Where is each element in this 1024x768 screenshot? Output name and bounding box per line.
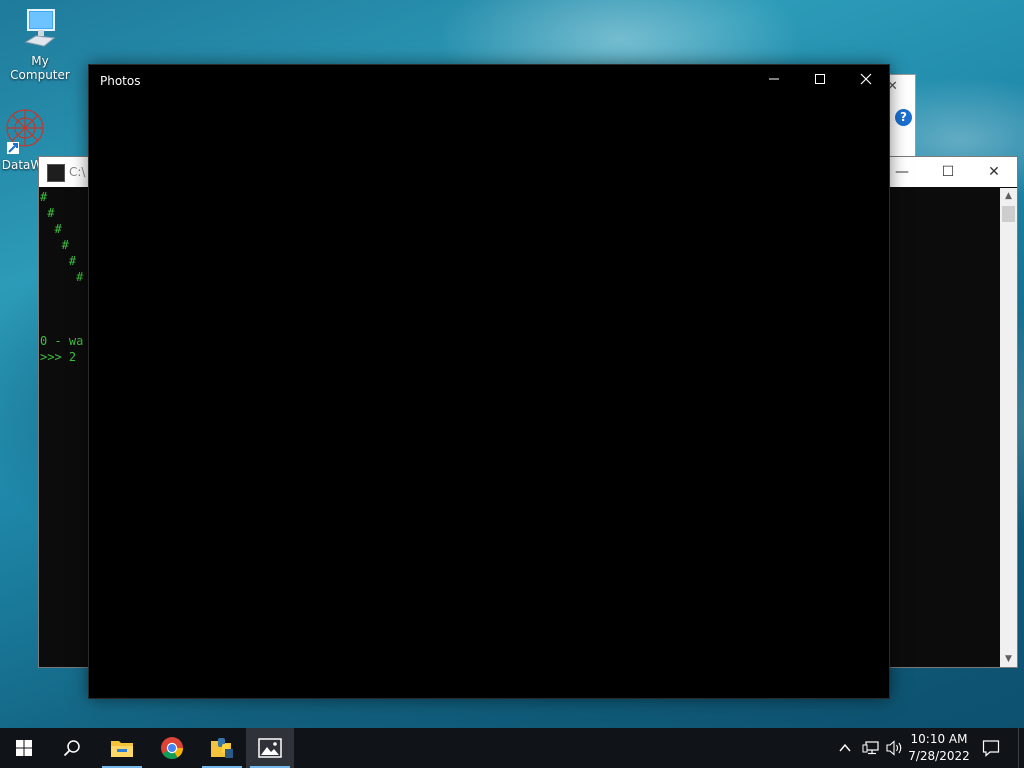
show-hidden-icons-button[interactable] xyxy=(838,728,852,768)
console-maximize-button[interactable]: ☐ xyxy=(925,157,971,187)
show-desktop-button[interactable] xyxy=(1018,728,1024,768)
console-line: 0 - wa xyxy=(40,334,84,348)
console-line: # xyxy=(40,254,77,268)
action-center-button[interactable] xyxy=(982,728,1000,768)
console-line: >>> 2 xyxy=(40,350,77,364)
desktop-icon-label: DataW xyxy=(1,158,43,172)
search-icon xyxy=(63,740,80,757)
maximize-icon xyxy=(815,74,825,84)
desktop-icon-label: My Computer xyxy=(10,54,70,82)
taskbar: 10:10 AM 7/28/2022 xyxy=(0,728,1024,768)
python-icon xyxy=(211,738,233,758)
console-line: # xyxy=(40,238,69,252)
network-icon xyxy=(862,741,879,755)
photos-title: Photos xyxy=(100,74,141,88)
help-icon[interactable]: ? xyxy=(895,109,912,126)
datawarrior-icon xyxy=(6,109,44,154)
taskbar-python[interactable] xyxy=(198,728,246,768)
photos-maximize-button[interactable] xyxy=(797,65,843,97)
console-line: # xyxy=(40,270,84,284)
start-button[interactable] xyxy=(0,728,48,768)
volume-button[interactable] xyxy=(886,728,904,768)
console-app-icon xyxy=(47,164,65,182)
taskbar-chrome[interactable] xyxy=(148,728,196,768)
volume-icon xyxy=(886,740,902,756)
console-line: # xyxy=(40,206,55,220)
minimize-icon xyxy=(769,78,779,80)
computer-icon xyxy=(24,9,56,47)
console-line: # xyxy=(40,222,62,236)
network-button[interactable] xyxy=(862,728,880,768)
notifications-icon xyxy=(982,740,1000,757)
photos-viewer-area[interactable] xyxy=(89,97,889,698)
search-button[interactable] xyxy=(48,728,96,768)
taskbar-file-explorer[interactable] xyxy=(98,728,146,768)
photos-icon xyxy=(258,738,282,758)
console-title: C:\ xyxy=(69,165,86,179)
scroll-thumb[interactable] xyxy=(1002,206,1015,222)
console-close-button[interactable]: ✕ xyxy=(971,157,1017,187)
desktop-icon-my-computer[interactable]: My Computer xyxy=(0,8,80,82)
folder-icon xyxy=(111,741,133,757)
close-icon xyxy=(860,73,872,85)
clock-date: 7/28/2022 xyxy=(908,749,970,763)
windows-start-icon xyxy=(16,740,32,756)
chevron-up-icon xyxy=(839,743,851,752)
taskbar-clock[interactable]: 10:10 AM 7/28/2022 xyxy=(906,731,972,765)
photos-close-button[interactable] xyxy=(843,65,889,97)
scroll-down-arrow-icon[interactable]: ▼ xyxy=(1000,651,1017,667)
console-line: # xyxy=(40,190,48,204)
console-scrollbar[interactable]: ▲ ▼ xyxy=(1000,188,1017,667)
taskbar-photos[interactable] xyxy=(246,728,294,768)
chrome-icon xyxy=(161,737,183,759)
scroll-up-arrow-icon[interactable]: ▲ xyxy=(1000,188,1017,204)
clock-time: 10:10 AM xyxy=(910,732,968,746)
photos-minimize-button[interactable] xyxy=(751,65,797,97)
photos-window[interactable]: Photos xyxy=(88,64,890,699)
